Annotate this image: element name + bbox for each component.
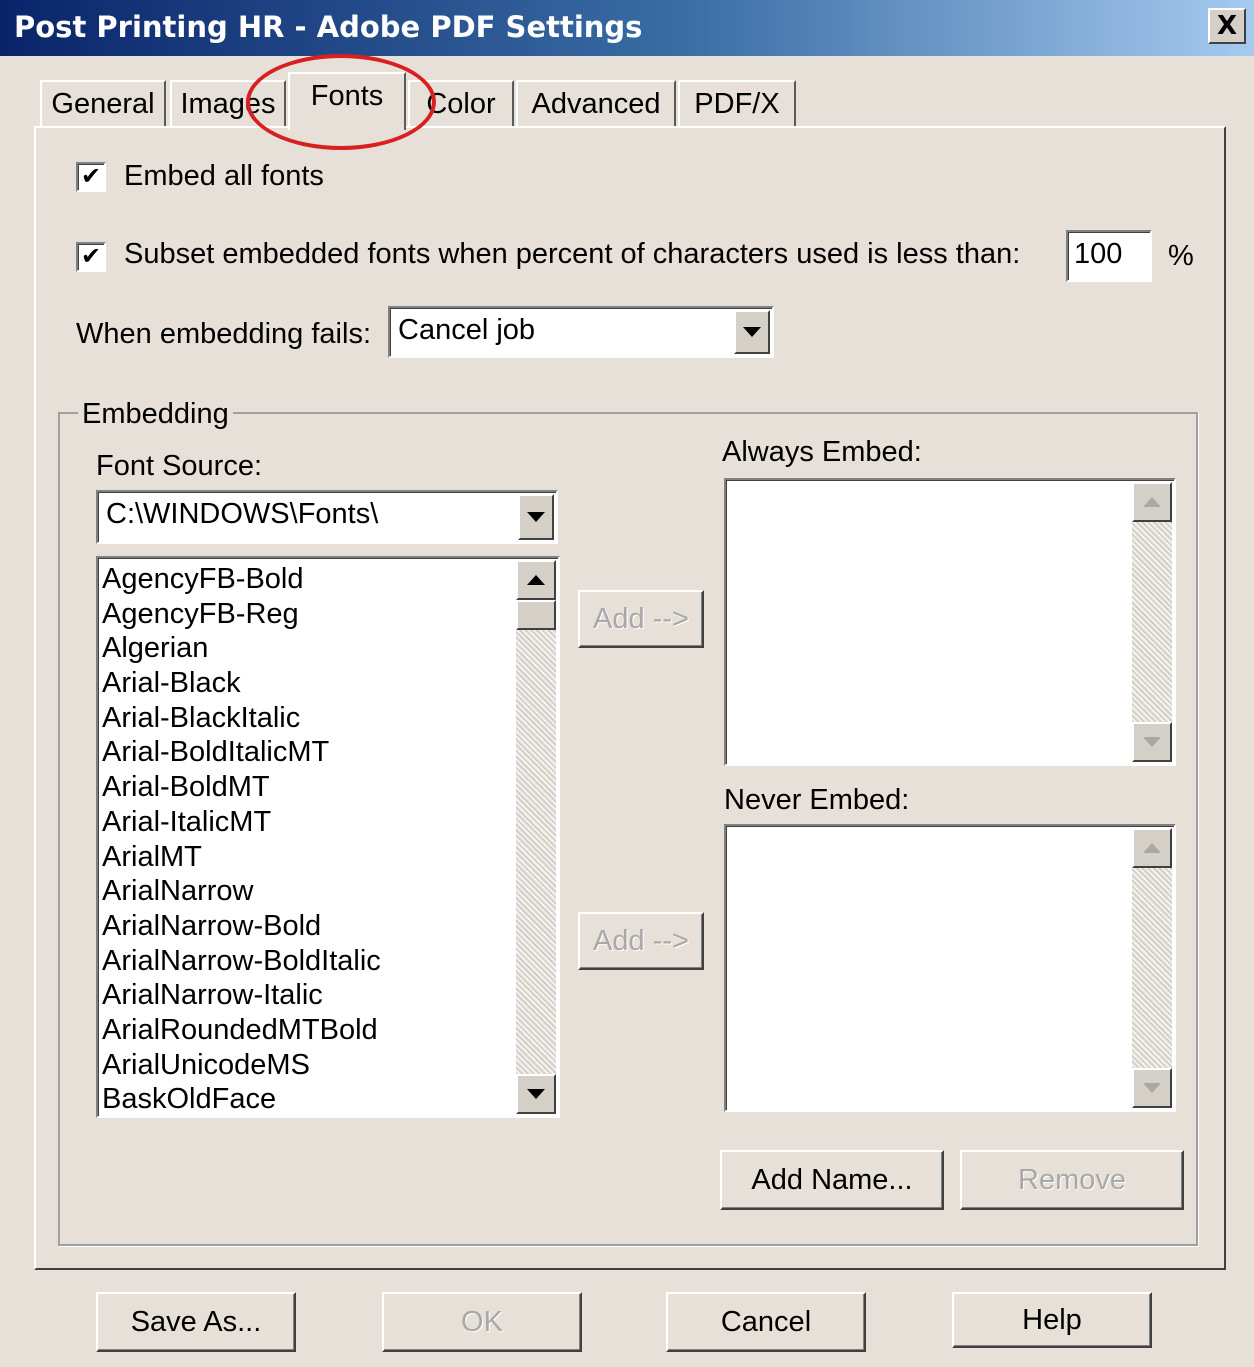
- never-embed-label: Never Embed:: [724, 784, 910, 816]
- font-list-item[interactable]: Arial-Black: [102, 666, 510, 701]
- font-list-item[interactable]: AgencyFB-Bold: [102, 562, 510, 597]
- font-list-item[interactable]: ArialRoundedMTBold: [102, 1013, 510, 1048]
- tab-images[interactable]: Images: [170, 80, 286, 126]
- remove-button[interactable]: Remove: [960, 1150, 1184, 1210]
- close-button[interactable]: X: [1208, 8, 1246, 44]
- save-as-button[interactable]: Save As...: [96, 1292, 296, 1352]
- font-list-item[interactable]: ArialNarrow: [102, 874, 510, 909]
- font-list-item[interactable]: Algerian: [102, 631, 510, 666]
- font-list-item[interactable]: ArialNarrow-Bold: [102, 909, 510, 944]
- font-source-label: Font Source:: [96, 450, 263, 482]
- font-list-item[interactable]: Arial-BoldMT: [102, 770, 510, 805]
- add-always-embed-button[interactable]: Add -->: [578, 590, 704, 648]
- scroll-thumb[interactable]: [516, 600, 556, 630]
- tab-advanced[interactable]: Advanced: [516, 80, 676, 126]
- chevron-down-icon: [527, 512, 545, 522]
- font-list-items: AgencyFB-Bold AgencyFB-Reg Algerian Arial-B…: [102, 562, 510, 1116]
- window-title: Post Printing HR - Adobe PDF Settings: [14, 10, 643, 44]
- add-name-button[interactable]: Add Name...: [720, 1150, 944, 1210]
- font-list[interactable]: AgencyFB-Bold AgencyFB-Reg Algerian Arial-B…: [96, 556, 560, 1118]
- font-list-item[interactable]: BaskOldFace: [102, 1082, 510, 1116]
- always-embed-label: Always Embed:: [722, 436, 922, 468]
- tab-pdfx[interactable]: PDF/X: [678, 80, 796, 126]
- always-embed-list[interactable]: [724, 478, 1176, 766]
- font-list-item[interactable]: AgencyFB-Reg: [102, 597, 510, 632]
- font-source-select[interactable]: C:\WINDOWS\Fonts\: [96, 490, 558, 544]
- font-source-value: C:\WINDOWS\Fonts\: [106, 498, 379, 530]
- tab-general[interactable]: General: [40, 80, 166, 126]
- scroll-down-button[interactable]: [1132, 1068, 1172, 1108]
- chevron-down-icon: [1143, 1083, 1161, 1093]
- font-list-item[interactable]: ArialNarrow-Italic: [102, 978, 510, 1013]
- font-list-item[interactable]: Arial-ItalicMT: [102, 805, 510, 840]
- dropdown-arrow-button[interactable]: [518, 494, 554, 540]
- scroll-up-button[interactable]: [516, 560, 556, 600]
- font-list-item[interactable]: Arial-BoldItalicMT: [102, 735, 510, 770]
- add-never-embed-button[interactable]: Add -->: [578, 912, 704, 970]
- chevron-down-icon: [527, 1089, 545, 1099]
- embedding-group-label: Embedding: [78, 398, 233, 431]
- cancel-button[interactable]: Cancel: [666, 1292, 866, 1352]
- font-list-scrollbar[interactable]: [516, 560, 556, 1114]
- ok-button[interactable]: OK: [382, 1292, 582, 1352]
- scroll-up-button[interactable]: [1132, 828, 1172, 868]
- close-icon: X: [1216, 11, 1238, 41]
- font-list-item[interactable]: ArialMT: [102, 840, 510, 875]
- font-list-item[interactable]: ArialNarrow-BoldItalic: [102, 944, 510, 979]
- chevron-up-icon: [1143, 497, 1161, 507]
- tab-fonts[interactable]: Fonts: [288, 72, 406, 130]
- help-button[interactable]: Help: [952, 1292, 1152, 1348]
- scroll-up-button[interactable]: [1132, 482, 1172, 522]
- title-bar: Post Printing HR - Adobe PDF Settings X: [0, 0, 1254, 56]
- chevron-up-icon: [527, 575, 545, 585]
- font-list-item[interactable]: Arial-BlackItalic: [102, 701, 510, 736]
- always-embed-scrollbar[interactable]: [1132, 482, 1172, 762]
- scroll-down-button[interactable]: [516, 1074, 556, 1114]
- chevron-down-icon: [1143, 737, 1161, 747]
- font-list-item[interactable]: ArialUnicodeMS: [102, 1048, 510, 1083]
- never-embed-list[interactable]: [724, 824, 1176, 1112]
- adobe-pdf-settings-dialog: Post Printing HR - Adobe PDF Settings X …: [0, 0, 1254, 1367]
- chevron-up-icon: [1143, 843, 1161, 853]
- tab-color[interactable]: Color: [408, 80, 514, 126]
- scroll-down-button[interactable]: [1132, 722, 1172, 762]
- never-embed-scrollbar[interactable]: [1132, 828, 1172, 1108]
